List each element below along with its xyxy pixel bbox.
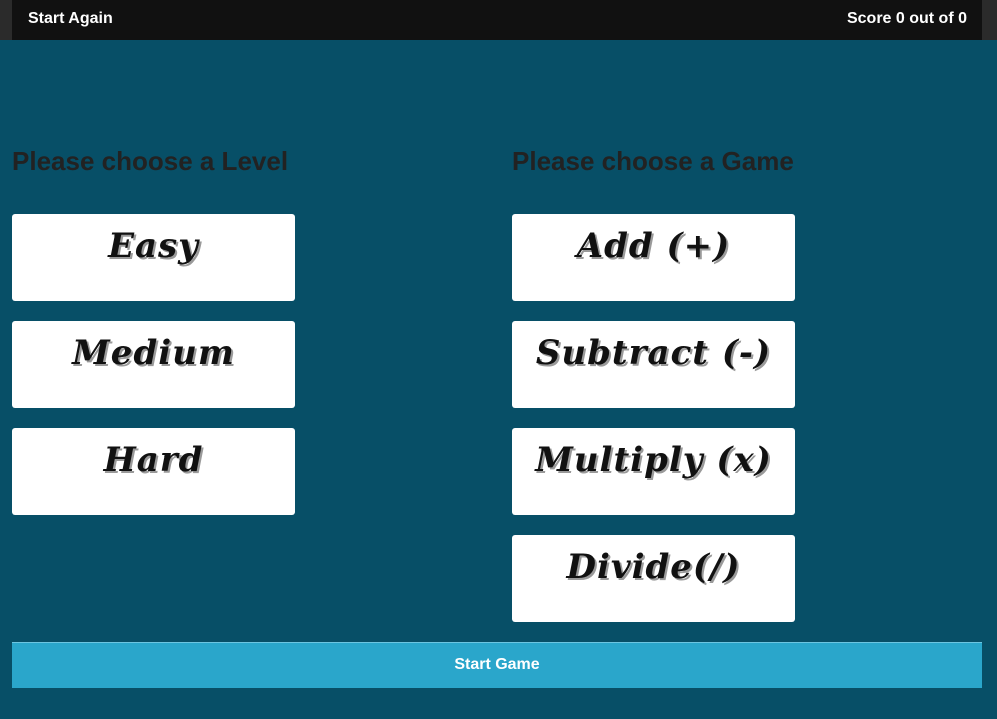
game-add-button[interactable]: Add (+) [512,214,795,301]
level-medium-label: Medium [72,333,235,373]
level-easy-label: Easy [108,226,199,266]
level-hard-button[interactable]: Hard [12,428,295,515]
game-subtract-label: Subtract (-) [535,333,772,373]
level-hard-label: Hard [103,440,204,480]
game-subtract-button[interactable]: Subtract (-) [512,321,795,408]
level-medium-button[interactable]: Medium [12,321,295,408]
start-game-button[interactable]: Start Game [12,642,982,688]
start-again-button[interactable]: Start Again [28,10,113,28]
score-display: Score 0 out of 0 [846,10,967,27]
top-bar-inner: Start Again Score 0 out of 0 [12,0,982,40]
level-heading: Please choose a Level [12,146,289,176]
level-easy-button[interactable]: Easy [12,214,295,301]
game-multiply-label: Multiply (x) [535,440,772,480]
game-multiply-button[interactable]: Multiply (x) [512,428,795,515]
top-bar: Start Again Score 0 out of 0 [0,0,997,40]
game-add-label: Add (+) [576,226,731,266]
game-heading: Please choose a Game [512,146,794,176]
game-divide-button[interactable]: Divide(/) [512,535,795,622]
game-divide-label: Divide(/) [566,547,741,587]
